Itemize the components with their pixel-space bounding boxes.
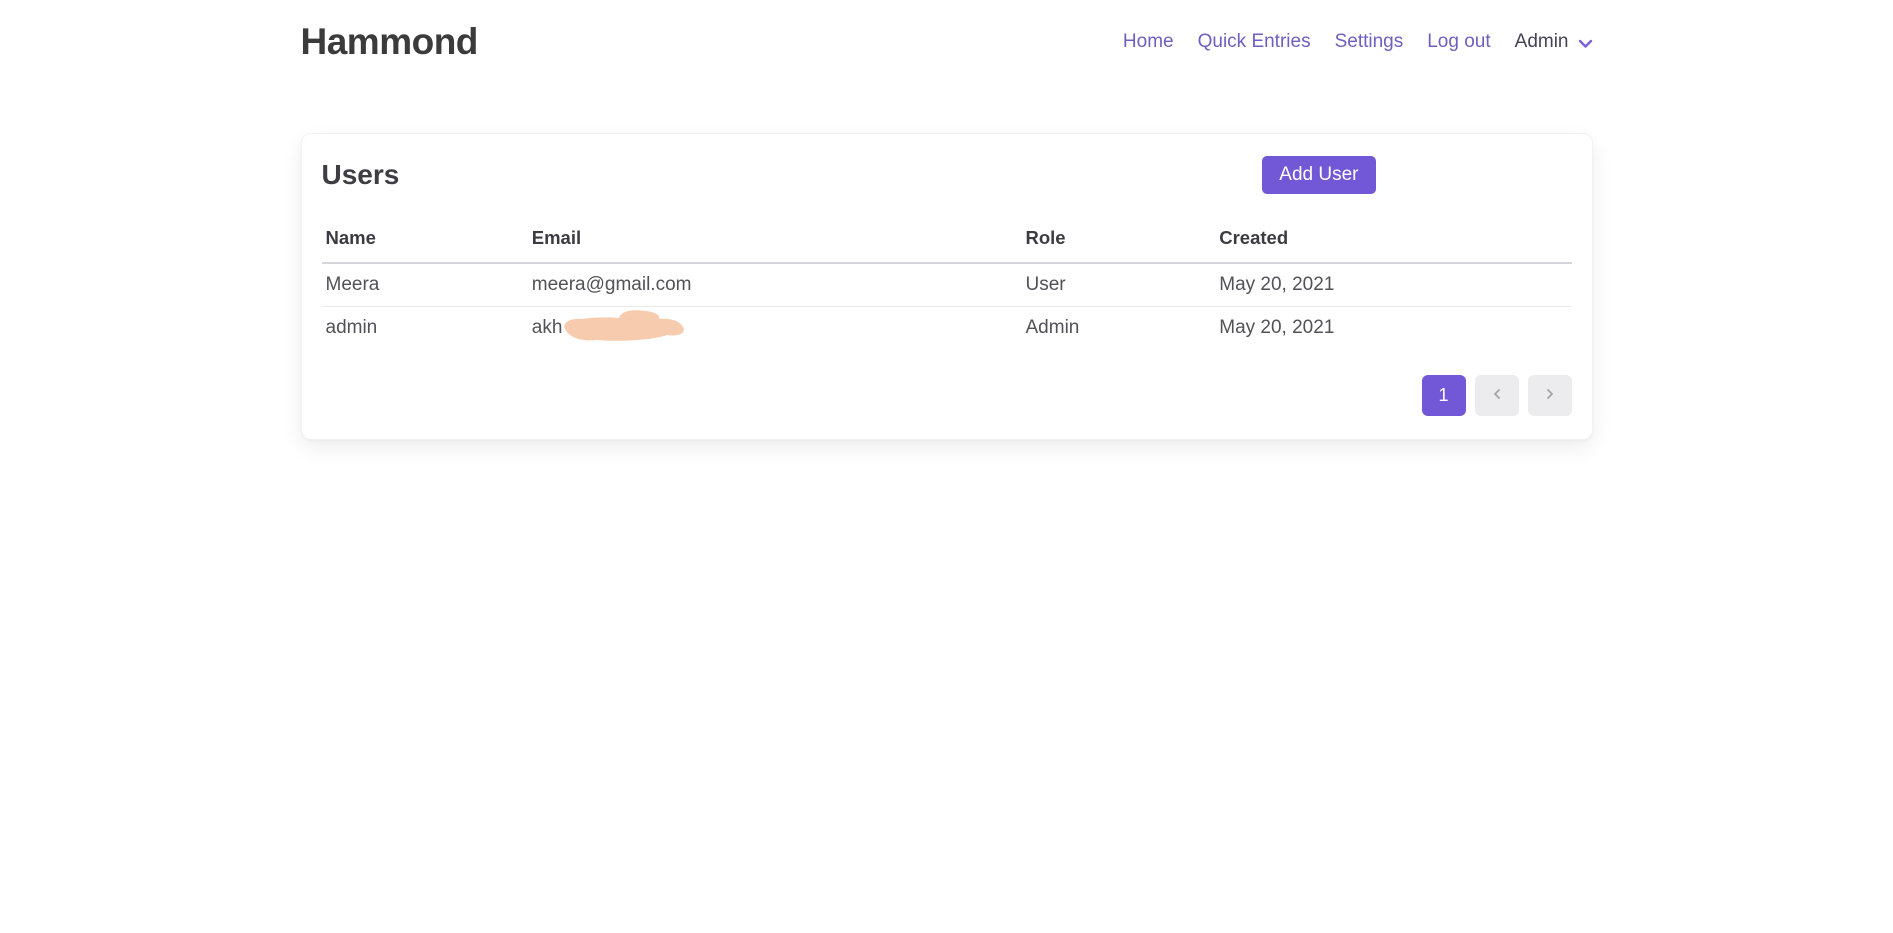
table-row: admin akh Admin May 20, 2021 (322, 307, 1572, 350)
cell-email: akh (528, 307, 1022, 350)
main-content: Users Add User Name Email Role Created M… (301, 133, 1593, 440)
nav-link-quick-entries[interactable]: Quick Entries (1198, 31, 1311, 53)
table-header: Name Email Role Created (322, 219, 1572, 263)
column-header-email: Email (528, 219, 1022, 263)
pagination-prev-button[interactable] (1475, 375, 1519, 416)
main-nav: Home Quick Entries Settings Log out Admi… (1123, 30, 1593, 55)
pagination: 1 (322, 375, 1572, 416)
cell-created: May 20, 2021 (1215, 307, 1571, 350)
nav-link-logout[interactable]: Log out (1427, 31, 1490, 53)
column-header-role: Role (1022, 219, 1216, 263)
users-card: Users Add User Name Email Role Created M… (301, 133, 1593, 440)
page-title: Users (322, 159, 400, 191)
user-menu-label: Admin (1515, 31, 1569, 53)
users-table: Name Email Role Created Meera meera@gmai… (322, 219, 1572, 349)
nav-link-settings[interactable]: Settings (1335, 31, 1404, 53)
card-header: Users Add User (322, 156, 1572, 194)
cell-email-visible-text: akh (532, 317, 563, 338)
pagination-page-1[interactable]: 1 (1422, 375, 1466, 416)
nav-link-home[interactable]: Home (1123, 31, 1174, 53)
cell-email: meera@gmail.com (528, 263, 1022, 307)
chevron-left-icon (1491, 385, 1503, 406)
add-user-button[interactable]: Add User (1262, 156, 1375, 194)
cell-role: User (1022, 263, 1216, 307)
chevron-right-icon (1544, 385, 1556, 406)
cell-role: Admin (1022, 307, 1216, 350)
cell-name: admin (322, 307, 528, 350)
table-row: Meera meera@gmail.com User May 20, 2021 (322, 263, 1572, 307)
brand-logo[interactable]: Hammond (301, 21, 478, 63)
site-header: Hammond Home Quick Entries Settings Log … (301, 0, 1593, 70)
cell-created: May 20, 2021 (1215, 263, 1571, 307)
user-menu-toggle[interactable]: Admin (1515, 30, 1593, 55)
cell-name: Meera (322, 263, 528, 307)
pagination-next-button[interactable] (1528, 375, 1572, 416)
column-header-name: Name (322, 219, 528, 263)
redaction-scribble (558, 308, 696, 346)
column-header-created: Created (1215, 219, 1571, 263)
chevron-down-icon (1578, 33, 1593, 55)
